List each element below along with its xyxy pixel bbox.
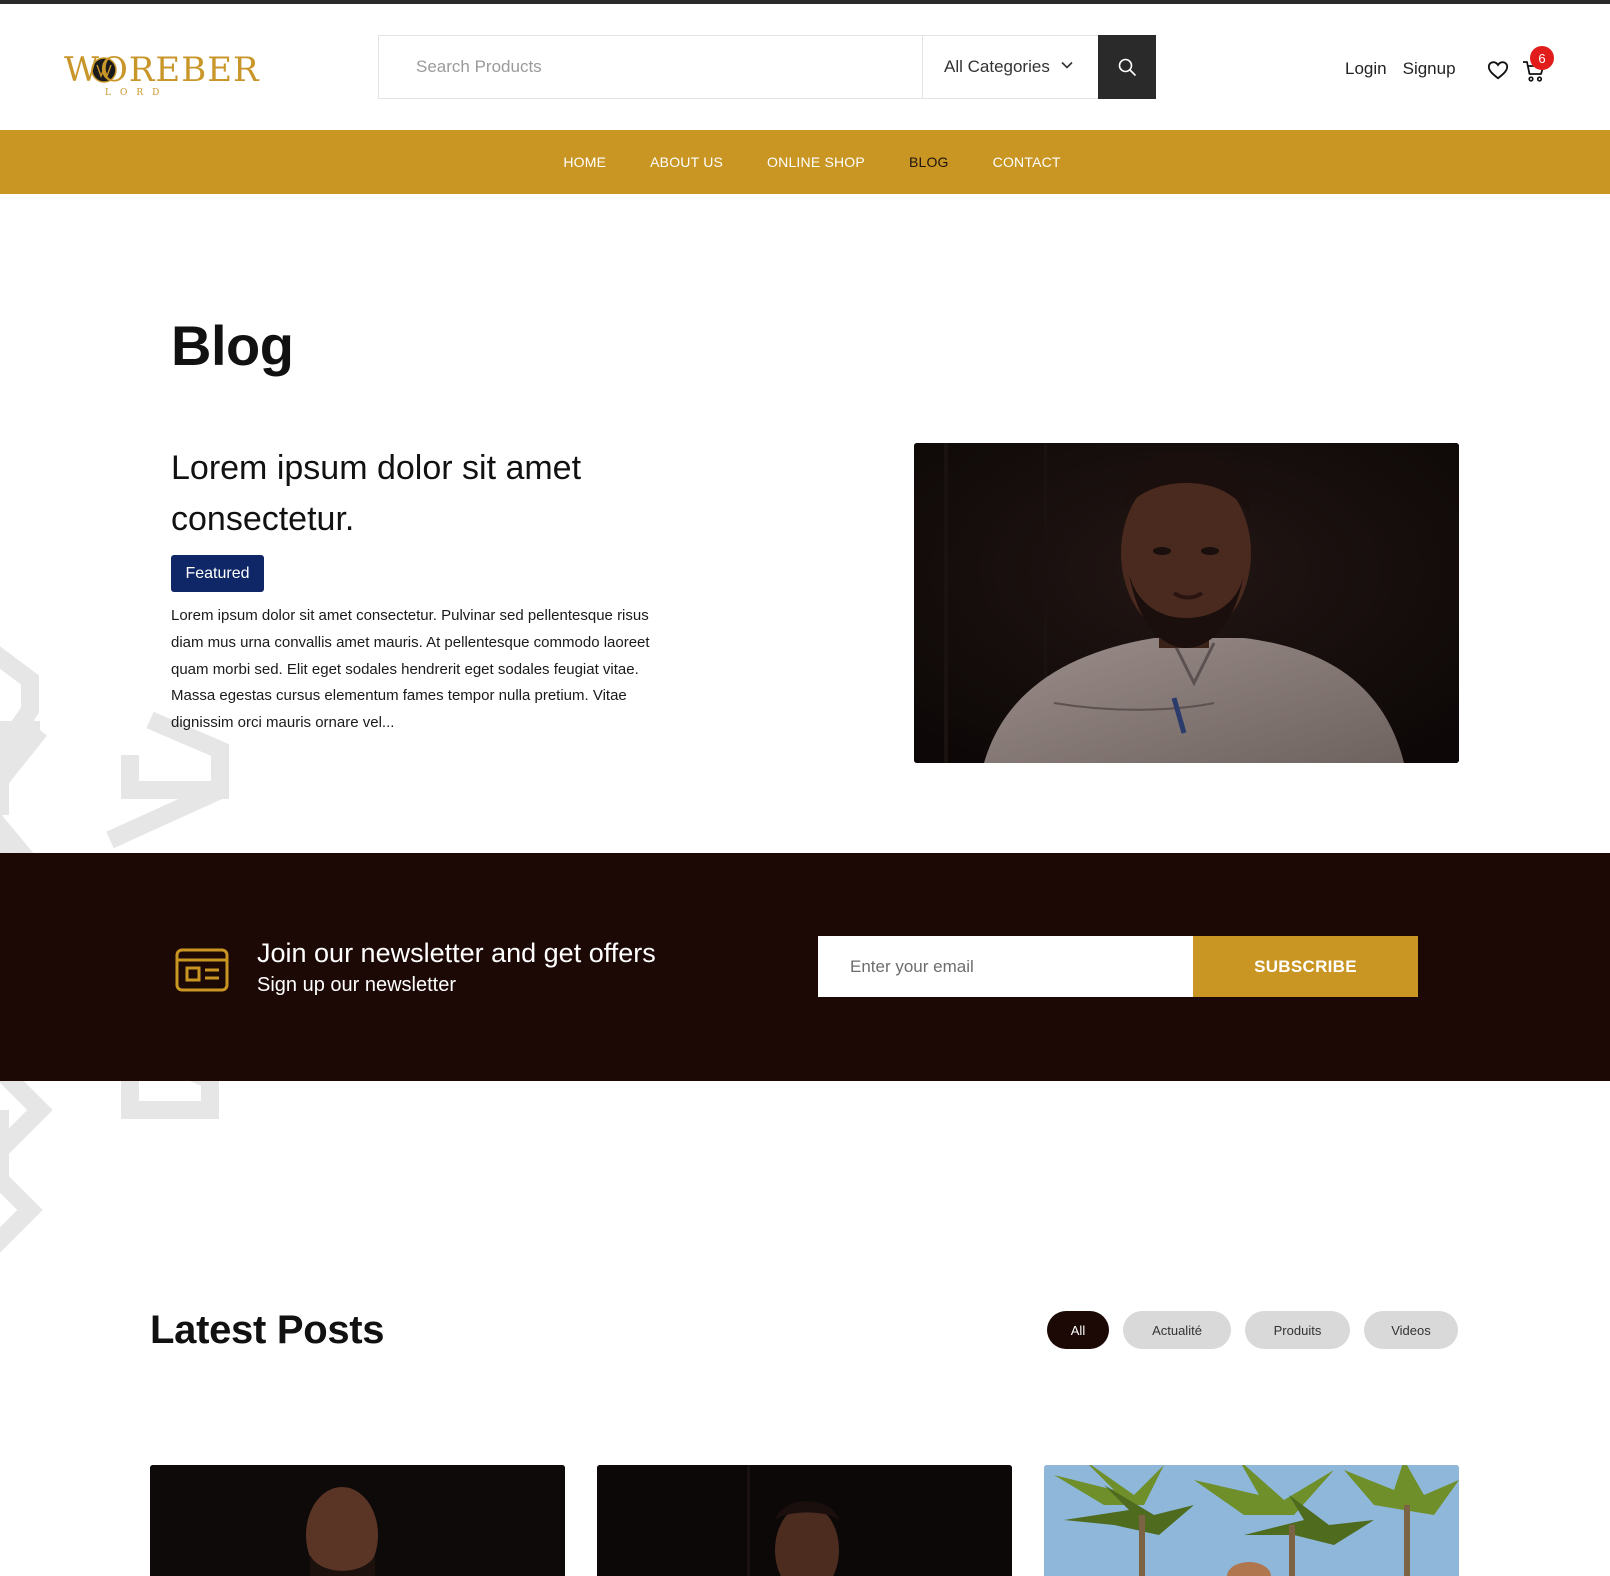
post-filters: All Actualité Produits Videos [1047, 1311, 1458, 1349]
post-card-image [150, 1465, 565, 1576]
post-card-image [597, 1465, 1012, 1576]
post-card[interactable] [150, 1465, 565, 1576]
nav-about-us[interactable]: ABOUT US [650, 154, 723, 170]
featured-post-excerpt: Lorem ipsum dolor sit amet consectetur. … [171, 607, 650, 732]
nav-blog[interactable]: BLOG [909, 154, 949, 170]
featured-badge: Featured [171, 555, 264, 592]
filter-produits[interactable]: Produits [1245, 1311, 1350, 1349]
newspaper-icon [175, 948, 229, 992]
latest-posts-title: Latest Posts [150, 1308, 385, 1352]
portrait-photo [914, 443, 1459, 763]
post-card[interactable] [1044, 1465, 1459, 1576]
chevron-down-icon [1061, 61, 1073, 69]
logo-subtext: LORD [105, 88, 169, 98]
search-icon [1118, 58, 1136, 76]
post-card[interactable] [597, 1465, 1012, 1576]
logo-text: WOREBER [64, 50, 260, 90]
search-input[interactable] [379, 36, 922, 98]
site-header: WOREBER LORD All Categories Login Signup… [0, 4, 1610, 130]
nav-home[interactable]: HOME [563, 154, 606, 170]
login-link[interactable]: Login [1345, 59, 1387, 79]
newsletter-title: Join our newsletter and get offers [257, 938, 656, 968]
category-select-value: All Categories [944, 57, 1050, 76]
cart-count-badge: 6 [1530, 46, 1554, 70]
newsletter-section: Join our newsletter and get offers Sign … [0, 853, 1610, 1081]
featured-post-title[interactable]: Lorem ipsum dolor sit amet consectetur. [171, 443, 591, 545]
subscribe-button[interactable]: SUBSCRIBE [1193, 936, 1418, 997]
main-nav: HOME ABOUT US ONLINE SHOP BLOG CONTACT [0, 130, 1610, 194]
site-logo[interactable]: WOREBER LORD [64, 50, 259, 98]
auth-links: Login Signup [1345, 59, 1456, 79]
post-card-image [1044, 1465, 1459, 1576]
filter-actualite[interactable]: Actualité [1123, 1311, 1231, 1349]
newsletter-email-input[interactable] [818, 936, 1193, 997]
search-bar: All Categories [378, 35, 1156, 99]
filter-all[interactable]: All [1047, 1311, 1109, 1349]
filter-videos[interactable]: Videos [1364, 1311, 1458, 1349]
nav-contact[interactable]: CONTACT [993, 154, 1061, 170]
nav-online-shop[interactable]: ONLINE SHOP [767, 154, 865, 170]
featured-post-image[interactable] [914, 443, 1459, 763]
page-title: Blog [171, 314, 294, 377]
search-button[interactable] [1098, 35, 1156, 99]
newsletter-subtitle: Sign up our newsletter [257, 974, 457, 996]
signup-link[interactable]: Signup [1403, 59, 1456, 79]
heart-icon[interactable] [1487, 59, 1509, 81]
category-select[interactable]: All Categories [922, 36, 1098, 98]
